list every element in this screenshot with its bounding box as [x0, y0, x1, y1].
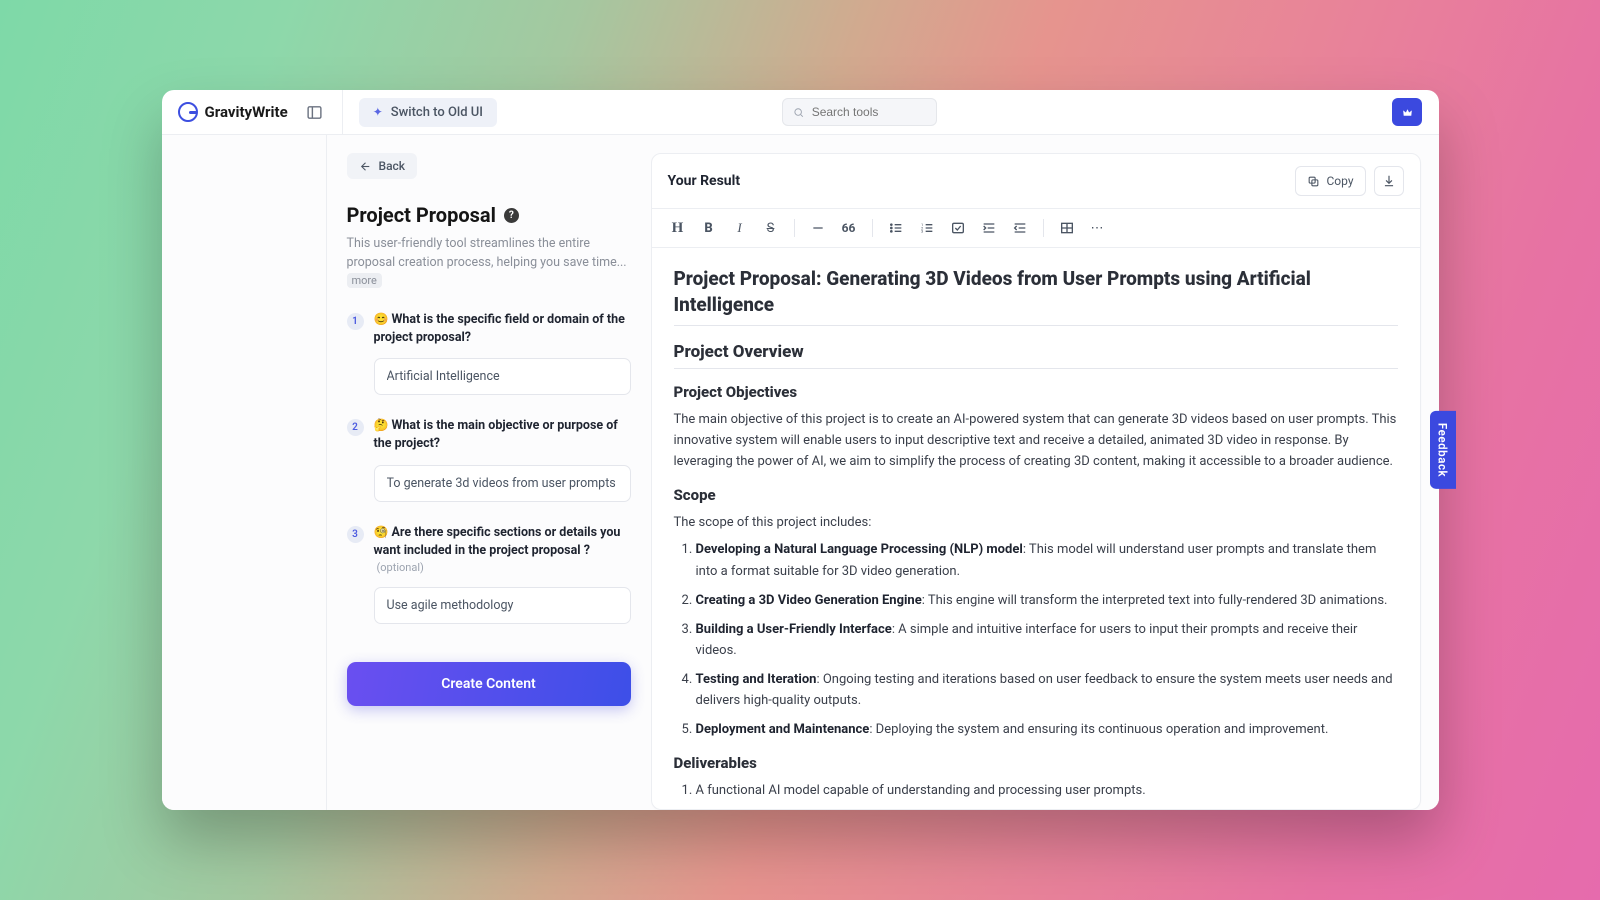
- question-number: 3: [347, 526, 364, 543]
- search-input[interactable]: [812, 105, 927, 119]
- toolbar-separator: [1043, 219, 1044, 237]
- strike-button[interactable]: S: [757, 215, 785, 241]
- app-window: GravityWrite ✦ Switch to Old UI Back Pro…: [162, 90, 1439, 810]
- emoji-icon: 🤔: [374, 418, 389, 432]
- question-2-label: 🤔What is the main objective or purpose o…: [374, 417, 631, 453]
- question-3: 3 🧐Are there specific sections or detail…: [347, 524, 631, 624]
- crown-icon: [1401, 106, 1414, 119]
- question-1-label: 😊What is the specific field or domain of…: [374, 311, 631, 347]
- download-button[interactable]: [1374, 166, 1404, 196]
- create-content-button[interactable]: Create Content: [347, 662, 631, 706]
- result-header: Your Result Copy: [652, 154, 1420, 208]
- question-number: 2: [347, 419, 364, 436]
- doc-h3-scope: Scope: [674, 486, 1398, 504]
- hr-button[interactable]: [804, 215, 832, 241]
- italic-button[interactable]: I: [726, 215, 754, 241]
- ordered-list-button[interactable]: 123: [913, 215, 941, 241]
- list-item: A functional AI model capable of underst…: [696, 780, 1398, 801]
- brand-logo-icon: [178, 102, 198, 122]
- scope-list: Developing a Natural Language Processing…: [674, 539, 1398, 739]
- divider: [674, 368, 1398, 369]
- left-sidebar: [162, 135, 327, 810]
- doc-h3-deliverables: Deliverables: [674, 754, 1398, 772]
- upgrade-button[interactable]: [1392, 98, 1422, 126]
- question-number: 1: [347, 313, 364, 330]
- doc-scope-intro: The scope of this project includes:: [674, 512, 1398, 533]
- arrow-left-icon: [359, 160, 372, 173]
- list-item: Testing and Iteration: Ongoing testing a…: [696, 669, 1398, 711]
- doc-objectives-text: The main objective of this project is to…: [674, 409, 1398, 472]
- divider: [674, 325, 1398, 326]
- question-3-input[interactable]: [374, 587, 631, 624]
- brand-name: GravityWrite: [205, 103, 288, 121]
- list-item: Developing a Natural Language Processing…: [696, 539, 1398, 581]
- toolbar-separator: [872, 219, 873, 237]
- more-button[interactable]: ⋯: [1084, 215, 1112, 241]
- heading-button[interactable]: H: [664, 215, 692, 241]
- table-button[interactable]: [1053, 215, 1081, 241]
- list-item: Creating a 3D Video Generation Engine: T…: [696, 590, 1398, 611]
- bullet-list-button[interactable]: [882, 215, 910, 241]
- divider: [342, 90, 343, 135]
- checklist-button[interactable]: [944, 215, 972, 241]
- deliverables-list: A functional AI model capable of underst…: [674, 780, 1398, 801]
- switch-ui-label: Switch to Old UI: [391, 105, 483, 120]
- copy-button[interactable]: Copy: [1295, 166, 1365, 196]
- search-box[interactable]: [782, 98, 937, 126]
- emoji-icon: 😊: [374, 312, 389, 326]
- more-button[interactable]: more: [347, 273, 382, 288]
- editor-toolbar: H B I S 66 123 ⋯: [652, 208, 1420, 248]
- question-2: 2 🤔What is the main objective or purpose…: [347, 417, 631, 501]
- result-body[interactable]: Project Proposal: Generating 3D Videos f…: [652, 248, 1420, 809]
- emoji-icon: 🧐: [374, 525, 389, 539]
- page-subtitle: This user-friendly tool streamlines the …: [347, 235, 631, 289]
- copy-icon: [1307, 175, 1320, 188]
- title-row: Project Proposal ?: [347, 203, 631, 227]
- bold-button[interactable]: B: [695, 215, 723, 241]
- search-icon: [793, 106, 804, 119]
- main-body: Back Project Proposal ? This user-friend…: [162, 135, 1439, 810]
- indent-button[interactable]: [975, 215, 1003, 241]
- question-2-input[interactable]: [374, 465, 631, 502]
- help-icon[interactable]: ?: [504, 208, 519, 223]
- result-card: Your Result Copy H B I: [651, 153, 1421, 810]
- feedback-tab[interactable]: Feedback: [1430, 411, 1456, 489]
- result-actions: Copy: [1295, 166, 1403, 196]
- form-column: Back Project Proposal ? This user-friend…: [327, 135, 651, 810]
- toolbar-separator: [794, 219, 795, 237]
- topbar: GravityWrite ✦ Switch to Old UI: [162, 90, 1439, 135]
- list-item: Building a User-Friendly Interface: A si…: [696, 619, 1398, 661]
- switch-ui-button[interactable]: ✦ Switch to Old UI: [359, 98, 497, 127]
- list-item: Deployment and Maintenance: Deploying th…: [696, 719, 1398, 740]
- download-icon: [1382, 174, 1396, 188]
- quote-button[interactable]: 66: [835, 215, 863, 241]
- page-title: Project Proposal: [347, 203, 496, 227]
- back-label: Back: [379, 159, 406, 173]
- panel-toggle-button[interactable]: [302, 99, 328, 125]
- doc-h3-objectives: Project Objectives: [674, 383, 1398, 401]
- result-column: Your Result Copy H B I: [651, 135, 1439, 810]
- doc-h1: Project Proposal: Generating 3D Videos f…: [674, 266, 1398, 317]
- question-1-input[interactable]: [374, 358, 631, 395]
- brand[interactable]: GravityWrite: [178, 102, 288, 122]
- result-title: Your Result: [668, 173, 741, 189]
- svg-text:3: 3: [921, 229, 923, 234]
- back-button[interactable]: Back: [347, 153, 418, 179]
- outdent-button[interactable]: [1006, 215, 1034, 241]
- doc-h2-overview: Project Overview: [674, 342, 1398, 362]
- question-1: 1 😊What is the specific field or domain …: [347, 311, 631, 395]
- sparkle-icon: ✦: [373, 105, 383, 119]
- question-3-label: 🧐Are there specific sections or details …: [374, 524, 631, 576]
